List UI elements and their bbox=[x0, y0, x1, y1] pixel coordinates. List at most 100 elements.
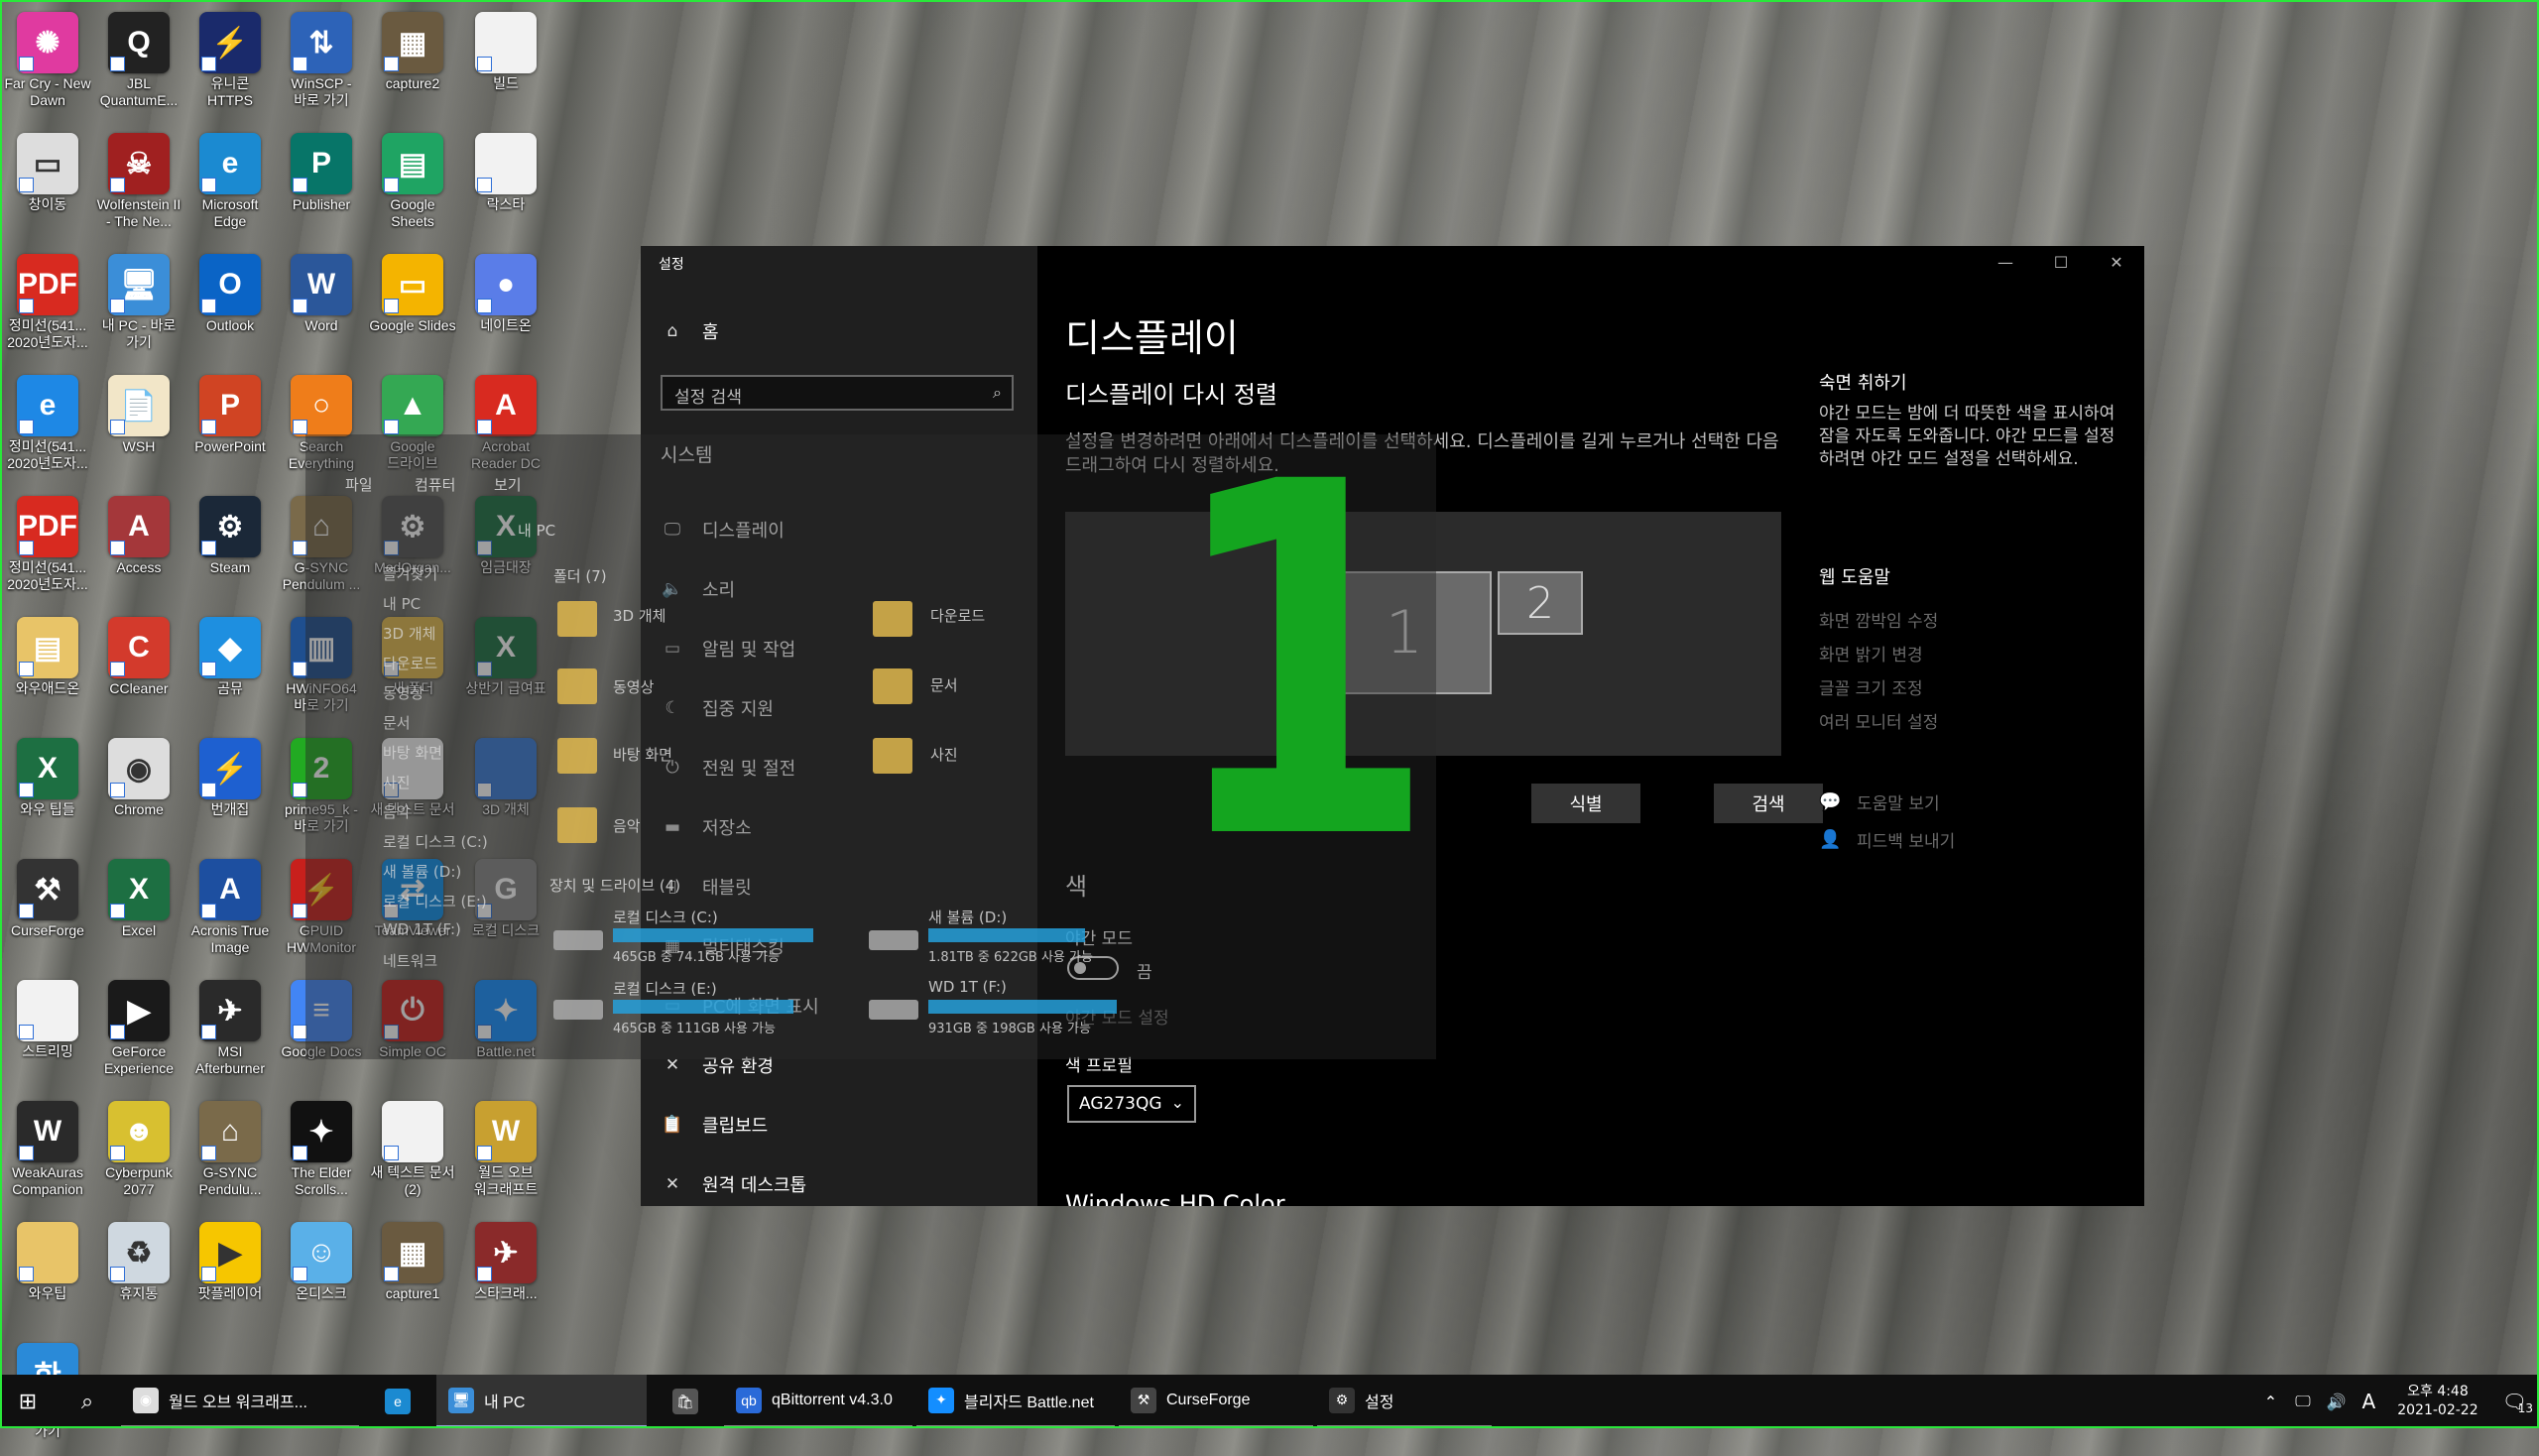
app-icon: ✺ bbox=[17, 12, 78, 73]
desktop-icon[interactable]: ⌂ G-SYNC Pendulu... bbox=[186, 1095, 274, 1214]
taskbar-app[interactable]: ⚒ CurseForge bbox=[1119, 1375, 1313, 1428]
folder-icon bbox=[557, 738, 597, 774]
help-link-brightness[interactable]: 화면 밝기 변경 bbox=[1819, 641, 1923, 666]
desktop-icon[interactable]: ✦ The Elder Scrolls... bbox=[278, 1095, 365, 1214]
web-help-title: 웹 도움말 bbox=[1819, 567, 1890, 588]
desktop-icon[interactable]: 락스타 bbox=[462, 127, 549, 246]
app-icon: W bbox=[17, 1101, 78, 1162]
taskbar-app[interactable]: qb qBittorrent v4.3.0 bbox=[724, 1375, 912, 1428]
desktop-icon[interactable]: X 와우 팁들 bbox=[4, 732, 91, 851]
desktop-icon[interactable]: ☠ Wolfenstein II - The Ne... bbox=[95, 127, 182, 246]
desktop-icon[interactable]: C CCleaner bbox=[95, 611, 182, 730]
taskbar-app[interactable]: e bbox=[363, 1375, 432, 1428]
desktop-icon[interactable]: A Acronis True Image bbox=[186, 853, 274, 972]
desktop-icon[interactable]: ▦ capture1 bbox=[369, 1216, 456, 1335]
monitor-2[interactable]: 2 bbox=[1498, 571, 1583, 635]
color-profile-dropdown[interactable]: AG273QG ⌄ bbox=[1067, 1085, 1196, 1123]
taskbar-app[interactable]: ◉ 월드 오브 워크래프... bbox=[121, 1375, 359, 1428]
desktop-icon[interactable]: ▶ 팟플레이어 bbox=[186, 1216, 274, 1335]
desktop-icon[interactable]: ⚡ 유니콘 HTTPS bbox=[186, 6, 274, 125]
help-link-multi-monitor[interactable]: 여러 모니터 설정 bbox=[1819, 708, 1938, 733]
desktop-icon[interactable]: ☻ Cyberpunk 2077 bbox=[95, 1095, 182, 1214]
desktop-icon[interactable]: e 정미선(541... 2020년도자... bbox=[4, 369, 91, 488]
search-button[interactable]: ⌕ bbox=[60, 1375, 115, 1428]
desktop-icon[interactable]: PDF 정미선(541... 2020년도자... bbox=[4, 248, 91, 367]
nav-item[interactable]: 📋 클립보드 bbox=[641, 1099, 1037, 1151]
network-icon[interactable]: 🖵 bbox=[2295, 1392, 2310, 1411]
nav-home-button[interactable]: ⌂ 홈 bbox=[641, 305, 1037, 357]
app-icon: ▶ bbox=[108, 980, 170, 1041]
desktop-icon[interactable]: 📄 WSH bbox=[95, 369, 182, 488]
app-icon: ◉ bbox=[108, 738, 170, 799]
desktop-icon[interactable]: ✈ MSI Afterburner bbox=[186, 974, 274, 1093]
desktop-icon[interactable]: P Publisher bbox=[278, 127, 365, 246]
desktop-icon[interactable]: 🖥 내 PC - 바로 가기 bbox=[95, 248, 182, 367]
minimize-button[interactable]: — bbox=[1978, 246, 2033, 278]
give-feedback-link[interactable]: 👤 피드백 보내기 bbox=[1819, 827, 1955, 852]
nav-item[interactable]: ✕ 원격 데스크톱 bbox=[641, 1158, 1037, 1210]
help-link-font-size[interactable]: 글꼴 크기 조정 bbox=[1819, 674, 1923, 699]
app-icon: O bbox=[199, 254, 261, 315]
drive-f-info: 931GB 중 198GB 사용 가능 bbox=[928, 1022, 1091, 1036]
desktop-icon-label: Google Slides bbox=[369, 317, 456, 333]
desktop-icon[interactable]: Q JBL QuantumE... bbox=[95, 6, 182, 125]
desktop-icon[interactable]: ♻ 휴지통 bbox=[95, 1216, 182, 1335]
desktop-icon-label: 정미선(541... 2020년도자... bbox=[7, 559, 88, 592]
desktop-icon[interactable]: ▭ 창이동 bbox=[4, 127, 91, 246]
desktop-icon[interactable]: A Access bbox=[95, 490, 182, 609]
desktop-icon[interactable]: e Microsoft Edge bbox=[186, 127, 274, 246]
desktop-icon[interactable]: ⚒ CurseForge bbox=[4, 853, 91, 972]
desktop-icon[interactable]: ● 네이트온 bbox=[462, 248, 549, 367]
desktop-icon[interactable]: 스트리밍 bbox=[4, 974, 91, 1093]
nav-label: 클립보드 bbox=[702, 1116, 769, 1137]
desktop-icon[interactable]: ▭ Google Slides bbox=[369, 248, 456, 367]
desktop-icon[interactable]: ▤ 와우애드온 bbox=[4, 611, 91, 730]
close-button[interactable]: ✕ bbox=[2089, 246, 2144, 278]
start-button[interactable]: ⊞ bbox=[0, 1375, 56, 1428]
desktop-icon[interactable]: ⇅ WinSCP - 바로 가기 bbox=[278, 6, 365, 125]
notification-button[interactable]: 🗨 13 bbox=[2502, 1390, 2533, 1415]
help-link-flicker[interactable]: 화면 깜박임 수정 bbox=[1819, 607, 1938, 632]
settings-search-input[interactable]: 설정 검색 ⌕ bbox=[661, 375, 1014, 411]
app-icon: ⚡ bbox=[199, 738, 261, 799]
detect-button[interactable]: 검색 bbox=[1714, 784, 1823, 823]
desktop-icon[interactable]: 빌드 bbox=[462, 6, 549, 125]
desktop-icon[interactable]: ◉ Chrome bbox=[95, 732, 182, 851]
drive-icon bbox=[869, 930, 918, 950]
desktop-icon[interactable]: ◆ 곰뮤 bbox=[186, 611, 274, 730]
desktop-icon[interactable]: O Outlook bbox=[186, 248, 274, 367]
desktop-icon[interactable]: 새 텍스트 문서 (2) bbox=[369, 1095, 456, 1214]
desktop-icon[interactable]: P PowerPoint bbox=[186, 369, 274, 488]
identify-button[interactable]: 식별 bbox=[1531, 784, 1640, 823]
chevron-up-icon[interactable]: ⌃ bbox=[2264, 1393, 2277, 1411]
taskbar-app-icon: qb bbox=[736, 1387, 762, 1413]
desktop-icon[interactable]: X Excel bbox=[95, 853, 182, 972]
taskbar-app[interactable]: ✦ 블리자드 Battle.net bbox=[916, 1375, 1115, 1428]
desktop-icon[interactable]: ▶ GeForce Experience bbox=[95, 974, 182, 1093]
desktop-icon[interactable]: PDF 정미선(541... 2020년도자... bbox=[4, 490, 91, 609]
folder-documents: 문서 bbox=[930, 676, 958, 694]
desktop-icon[interactable]: ⚙ Steam bbox=[186, 490, 274, 609]
desktop-icon[interactable]: W WeakAuras Companion bbox=[4, 1095, 91, 1214]
desktop-icon[interactable]: W Word bbox=[278, 248, 365, 367]
desktop-icon[interactable]: ⚡ 번개집 bbox=[186, 732, 274, 851]
taskbar-app[interactable]: 🛍 bbox=[651, 1375, 720, 1428]
desktop-icon[interactable]: ✈ 스타크래... bbox=[462, 1216, 549, 1335]
desktop-icon-label: 와우 팁들 bbox=[20, 801, 75, 817]
volume-icon[interactable]: 🔊 bbox=[2327, 1393, 2347, 1411]
desktop-icon[interactable]: ✺ Far Cry - New Dawn bbox=[4, 6, 91, 125]
desktop-icon[interactable]: ▦ capture2 bbox=[369, 6, 456, 125]
desktop-icon[interactable]: ▤ Google Sheets bbox=[369, 127, 456, 246]
explorer-sidebar-item: 문서 bbox=[383, 714, 411, 732]
get-help-link[interactable]: 💬 도움말 보기 bbox=[1819, 789, 1940, 814]
ime-indicator[interactable]: A bbox=[2362, 1390, 2376, 1413]
app-icon: e bbox=[199, 133, 261, 194]
taskbar-app[interactable]: 🖥 내 PC bbox=[436, 1375, 647, 1428]
clock[interactable]: 오후 4:48 2021-02-22 bbox=[2397, 1383, 2478, 1420]
desktop-icon[interactable]: W 월드 오브 워크래프트 bbox=[462, 1095, 549, 1214]
folder-icon bbox=[873, 738, 912, 774]
taskbar-app[interactable]: ⚙ 설정 bbox=[1317, 1375, 1492, 1428]
desktop-icon[interactable]: ☺ 온디스크 bbox=[278, 1216, 365, 1335]
desktop-icon[interactable]: 와우팁 bbox=[4, 1216, 91, 1335]
maximize-button[interactable]: ☐ bbox=[2033, 246, 2089, 278]
